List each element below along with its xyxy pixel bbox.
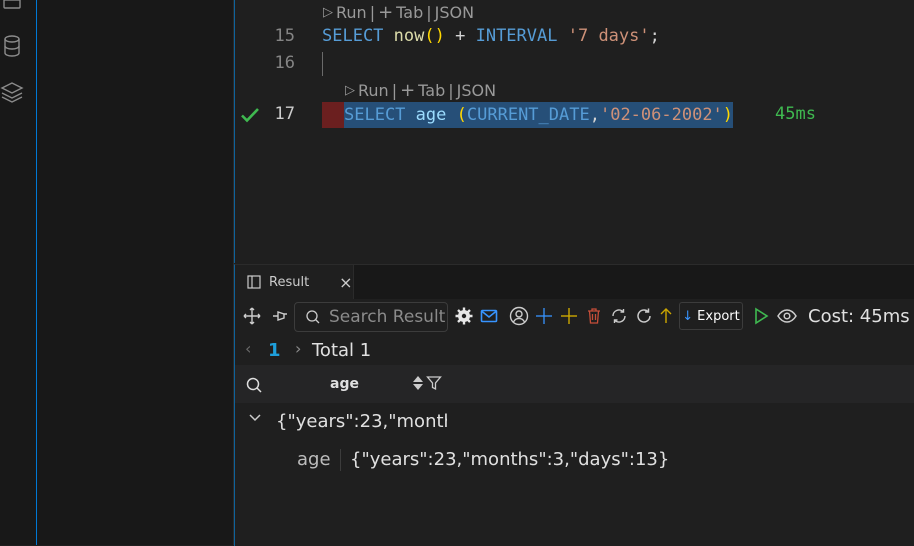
cost-label: Cost: 45ms [808,306,910,327]
eye-icon[interactable] [776,305,798,327]
codelens-separator: | [369,3,376,22]
line-number: 17 [274,104,295,124]
codelens-separator: | [391,81,398,100]
result-header-row: age [235,365,914,403]
column-header-age[interactable]: age [330,376,359,392]
sidebar [36,0,234,545]
code-token: ) [722,105,734,125]
code-token: INTERVAL [475,26,558,46]
layers-icon[interactable] [0,80,24,104]
code-token: () [424,26,445,46]
codelens-line-15: ▷ Run | + Tab | JSON [323,2,474,23]
close-icon[interactable]: × [339,273,352,292]
chevron-down-icon[interactable] [247,410,263,430]
play-icon: ▷ [323,5,333,20]
search-box[interactable] [294,302,448,332]
code-token: SELECT [322,26,384,46]
code-token: , [589,105,600,125]
database-icon[interactable] [0,34,24,58]
pin-icon[interactable] [269,305,291,327]
gear-icon[interactable] [453,305,475,327]
total-count: Total 1 [312,340,372,361]
plus-icon: + [400,80,416,101]
detail-value: {"years":23,"months":3,"days":13} [350,449,670,470]
whitespace-highlight [322,102,344,128]
insert-icon[interactable] [558,305,580,327]
sync-icon[interactable] [608,305,630,327]
export-button[interactable]: ↓ Export [679,302,743,330]
codelens-json[interactable]: JSON [435,3,474,22]
page-number[interactable]: 1 [268,340,281,361]
text-cursor [322,52,323,76]
panel-icon [247,275,261,289]
move-icon[interactable] [241,305,263,327]
search-icon[interactable] [245,376,263,394]
code-token: now [393,26,425,46]
code-token: '7 days' [567,26,650,46]
play-icon: ▷ [345,83,355,98]
detail-key: age [297,449,331,470]
chevron-left-icon[interactable]: ‹ [245,339,251,358]
codelens-separator: | [426,3,432,22]
activity-bar [0,0,37,545]
codelens-json[interactable]: JSON [457,81,496,100]
code-token: '02-06-2002' [599,105,723,125]
tab-result[interactable]: Result × [235,265,354,299]
code-token: age [415,105,447,125]
code-token: ; [649,26,660,46]
codelens-tab[interactable]: Tab [396,3,423,22]
search-input[interactable] [329,307,445,327]
execution-time: 45ms [775,104,816,124]
codelens-tab[interactable]: Tab [418,81,445,100]
code-line-15[interactable]: SELECT now() + INTERVAL '7 days'; [322,26,660,46]
mail-icon[interactable] [478,305,500,327]
arrow-down-icon: ↓ [682,308,694,324]
code-token: CURRENT_DATE [466,105,590,125]
codelens-separator: | [448,81,454,100]
plus-icon: + [378,2,394,23]
editor[interactable]: ▷ Run | + Tab | JSON 15 SELECT now() + I… [234,0,914,263]
codelens-line-17: ▷ Run | + Tab | JSON [345,80,496,101]
code-token: + [444,26,476,46]
code-token: ( [456,105,467,125]
sidebar-accent-border [36,0,37,545]
chevron-right-icon[interactable]: › [295,339,301,358]
row-summary[interactable]: {"years":23,"months [276,411,447,432]
search-icon [305,309,321,325]
run-icon[interactable] [750,305,772,327]
code-line-17[interactable]: SELECT age (CURRENT_DATE,'02-06-2002') [344,102,734,128]
codelens-run[interactable]: Run [336,3,367,22]
explorer-icon[interactable] [0,0,24,14]
filter-icon[interactable] [426,375,442,391]
refresh-icon[interactable] [633,305,655,327]
codelens-run[interactable]: Run [358,81,389,100]
add-row-icon[interactable] [533,305,555,327]
code-token: SELECT [344,105,406,125]
trash-icon[interactable] [583,305,605,327]
detail-divider [340,449,341,471]
line-number: 16 [274,53,295,73]
account-icon[interactable] [508,305,530,327]
result-panel: Result × ↓ Export [234,264,914,546]
sort-icon[interactable] [411,374,425,392]
export-label: Export [697,308,740,324]
line-number: 15 [274,26,295,46]
tab-label: Result [269,274,310,290]
arrow-up-icon[interactable] [655,305,677,327]
